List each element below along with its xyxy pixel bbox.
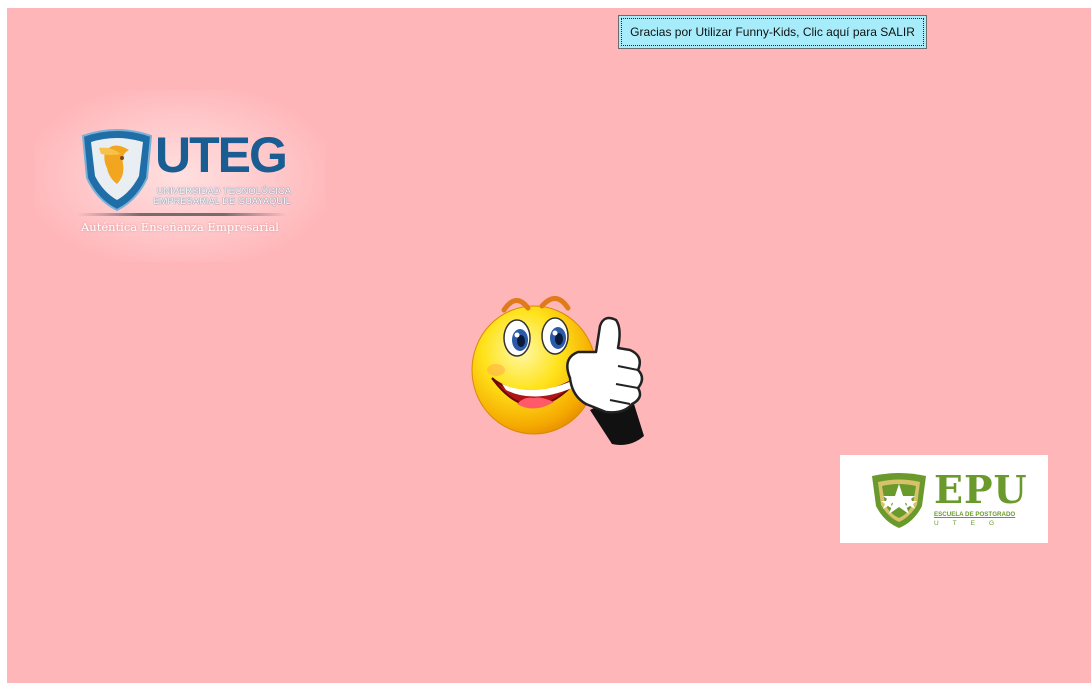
- epu-letters: UTEG: [934, 520, 1009, 527]
- epu-wordmark: EPU: [934, 467, 1028, 512]
- uteg-university-line2: EMPRESARIAL DE GUAYAQUIL: [153, 196, 291, 206]
- uteg-logo: UTEG UNIVERSIDAD TECNOLÓGICA EMPRESARIAL…: [35, 90, 325, 262]
- epu-logo: EPU ESCUELA DE POSTGRADO UTEG: [840, 455, 1048, 543]
- uteg-divider: [77, 213, 287, 216]
- app-canvas: Gracias por Utilizar Funny-Kids, Clic aq…: [7, 8, 1091, 683]
- exit-button[interactable]: Gracias por Utilizar Funny-Kids, Clic aq…: [618, 15, 927, 49]
- epu-subtitle: ESCUELA DE POSTGRADO: [934, 511, 1016, 518]
- uteg-university-line1: UNIVERSIDAD TECNOLÓGICA: [156, 186, 291, 196]
- uteg-wordmark: UTEG: [155, 127, 288, 183]
- uteg-tagline: Auténtica Enseñanza Empresarial: [81, 220, 279, 234]
- epu-badge-icon: [872, 473, 926, 528]
- uteg-university-name: UNIVERSIDAD TECNOLÓGICA EMPRESARIAL DE G…: [153, 186, 291, 206]
- thumbs-up-smiley-icon: [471, 296, 644, 445]
- uteg-shield-icon: [81, 129, 153, 212]
